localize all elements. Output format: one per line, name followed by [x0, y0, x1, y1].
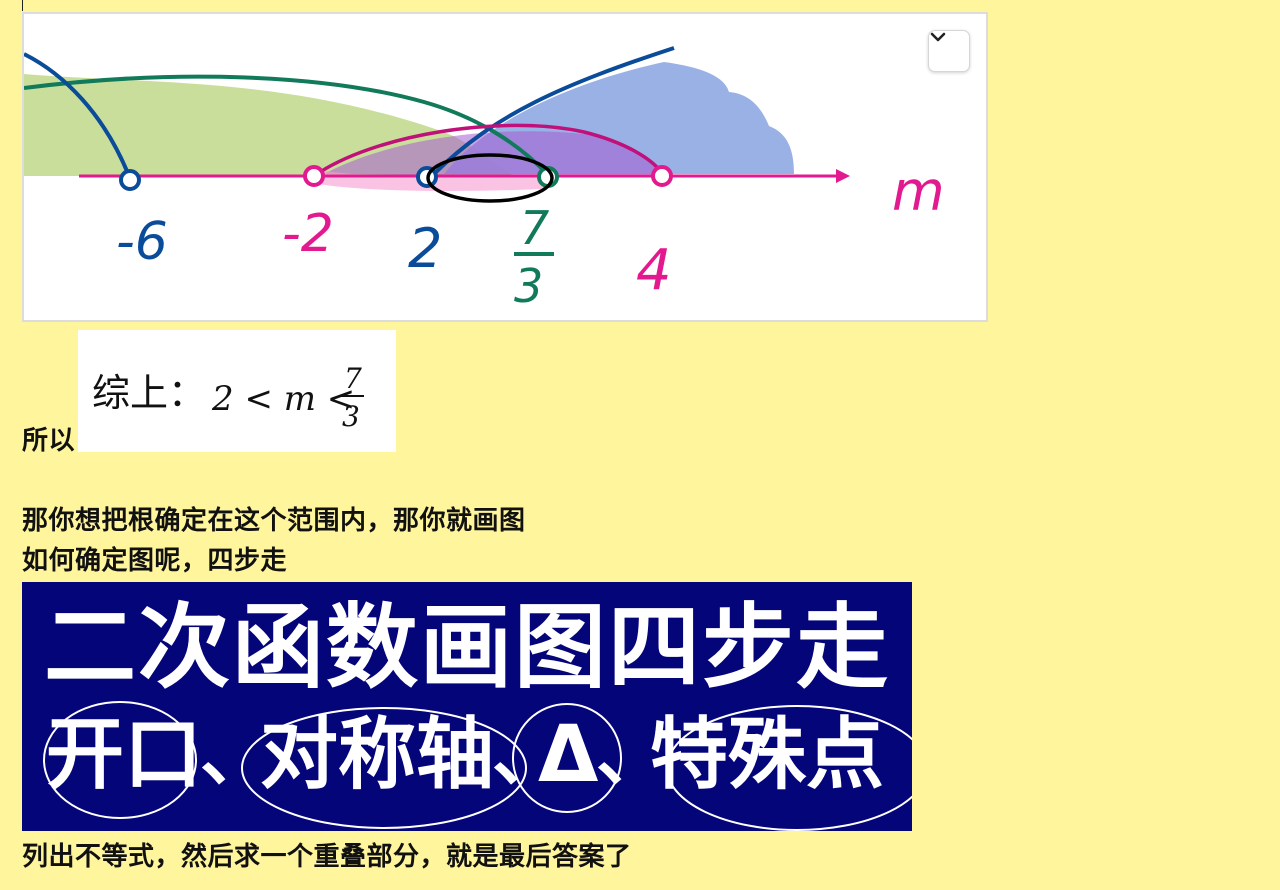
tick-label-4: 4 [636, 238, 672, 303]
axis-arrow [836, 169, 850, 183]
four-steps-banner: 二次函数画图四步走 开口 、 对称轴 、 Δ 、 特殊点 [22, 582, 912, 831]
step-opening: 开口 [46, 710, 203, 800]
text-root-range: 那你想把根确定在这个范围内，那你就画图 [22, 506, 526, 536]
chevron-down-icon [930, 32, 946, 42]
tick-label--6: -6 [116, 212, 168, 272]
tick-label--2: -2 [282, 204, 334, 264]
conclusion-expression: 2 < m < [211, 379, 355, 419]
point--6 [119, 169, 141, 191]
tick-label-2: 2 [408, 217, 442, 280]
tick-label-7-denominator: 3 [514, 259, 543, 313]
conclusion-handwriting: 综上： 2 < m < 7 3 [92, 362, 364, 433]
conclusion-image: 综上： 2 < m < 7 3 [78, 330, 396, 452]
conclusion-frac-num: 7 [344, 362, 362, 395]
text-so: 所以 [22, 426, 76, 456]
banner-steps: 开口 、 对称轴 、 Δ 、 特殊点 [22, 700, 912, 831]
axis-label: m [892, 160, 945, 223]
number-line-figure: -6 -2 2 7 3 4 m [22, 12, 988, 322]
point-4 [651, 165, 673, 187]
text-cursor [22, 0, 23, 11]
conclusion-frac-den: 3 [342, 400, 360, 433]
conclusion-prefix: 综上： [92, 371, 206, 415]
text-how-to-draw: 如何确定图呢，四步走 [22, 546, 288, 576]
tick-label-7-numerator: 7 [520, 201, 549, 255]
number-line-drawing: -6 -2 2 7 3 4 m [24, 46, 945, 313]
step-special-points: 特殊点 [650, 710, 885, 800]
point--2 [303, 165, 325, 187]
text-final-answer: 列出不等式，然后求一个重叠部分，就是最后答案了 [22, 842, 632, 872]
expand-button[interactable] [928, 30, 970, 72]
banner-title: 二次函数画图四步走 [43, 594, 890, 701]
step-symmetry-axis: 对称轴 [260, 710, 495, 800]
step-delta: Δ [538, 710, 599, 800]
